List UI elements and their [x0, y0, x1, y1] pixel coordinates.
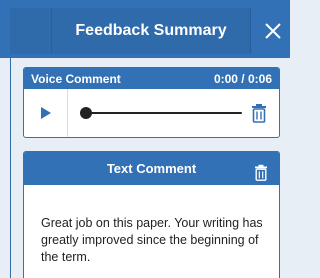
- trash-icon: [252, 104, 266, 123]
- text-comment-card: Text Comment Great job on this paper. Yo…: [23, 151, 280, 278]
- voice-player: [24, 89, 279, 137]
- play-icon: [40, 107, 51, 119]
- text-comment-body: Great job on this paper. Your writing ha…: [41, 216, 263, 264]
- voice-comment-time: 0:00 / 0:06: [213, 71, 272, 86]
- page-title: Feedback Summary: [75, 22, 227, 39]
- text-comment-label: Text Comment: [106, 161, 197, 176]
- audio-progress-handle[interactable]: [80, 107, 92, 119]
- header-bar: Feedback Summary: [0, 0, 290, 58]
- voice-comment-header: Voice Comment 0:00 / 0:06: [24, 68, 279, 89]
- trash-icon: [255, 164, 267, 181]
- close-icon: [265, 23, 281, 39]
- delete-text-comment-button[interactable]: [254, 160, 268, 181]
- voice-comment-label: Voice Comment: [31, 71, 121, 86]
- text-comment-header: Text Comment: [24, 152, 279, 185]
- voice-comment-card: Voice Comment 0:00 / 0:06: [23, 67, 280, 138]
- left-divider: [10, 58, 11, 278]
- delete-voice-comment-button[interactable]: [251, 103, 267, 123]
- close-button[interactable]: [256, 14, 290, 48]
- header-left-panel: [10, 8, 51, 54]
- play-button[interactable]: [24, 89, 68, 137]
- audio-progress-track[interactable]: [86, 112, 242, 114]
